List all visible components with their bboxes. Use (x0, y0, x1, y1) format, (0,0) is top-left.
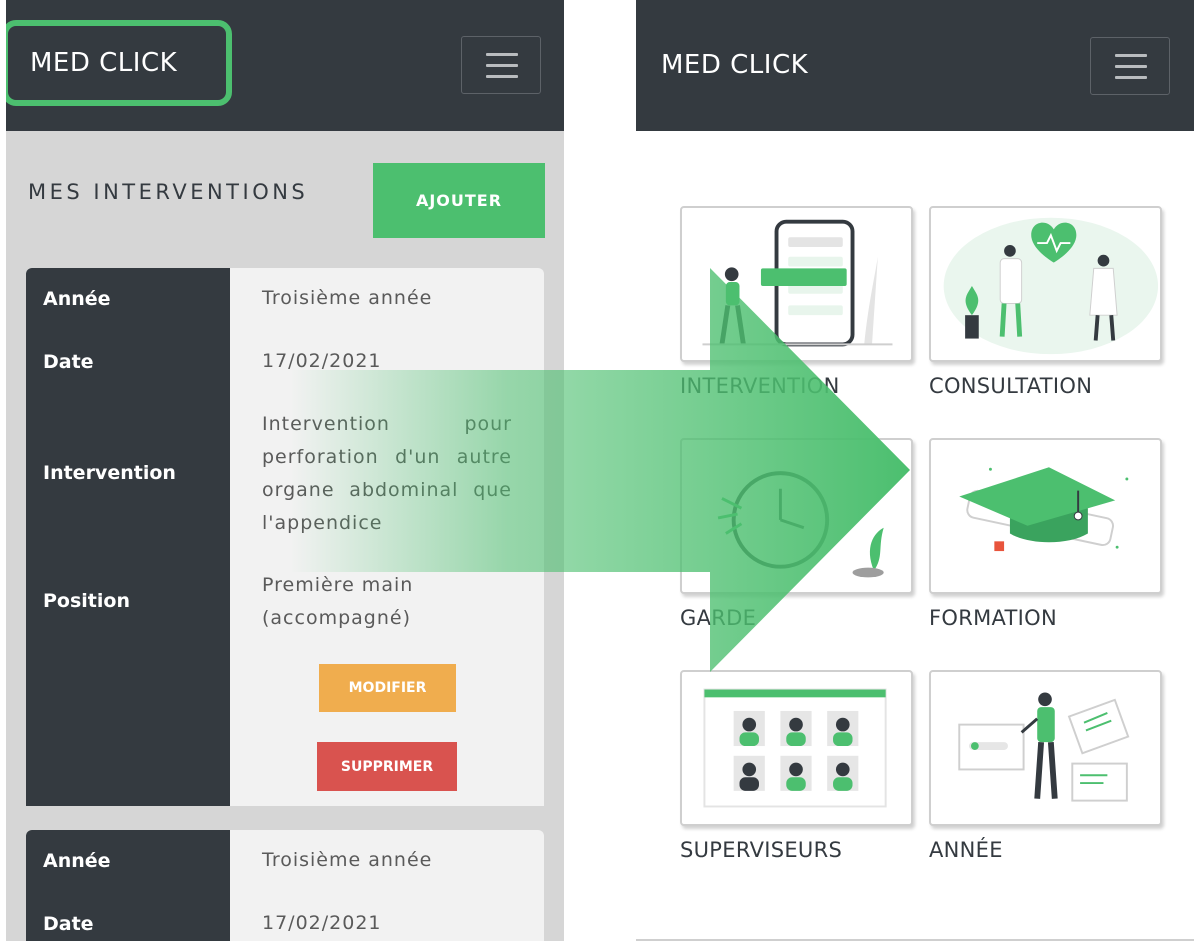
clock-illustration-icon (717, 471, 884, 578)
tile-label-annee: ANNÉE (929, 838, 1003, 862)
tile-label-superviseurs: SUPERVISEURS (680, 838, 843, 862)
tile-label-garde: GARDE (680, 606, 757, 630)
intervention-card: Année Troisième année Date 17/02/2021 In… (26, 268, 544, 806)
comparison-stage: MED CLICK MES INTERVENTIONS AJOUTER Anné… (0, 0, 1194, 941)
hamburger-menu-icon[interactable] (1090, 37, 1170, 95)
row-label-date: Date (43, 913, 94, 935)
row-value-annee: Troisième année (262, 849, 433, 871)
video-grid-illustration-icon (703, 688, 887, 808)
hamburger-menu-icon[interactable] (461, 36, 541, 94)
tile-superviseurs[interactable] (680, 670, 913, 826)
delete-button[interactable]: SUPPRIMER (317, 742, 457, 791)
after-screen: MED CLICK INTERVENTION CONSULTATION GARD… (636, 0, 1194, 941)
row-value-intervention: Intervention pour perforation d'un autre… (262, 413, 512, 534)
intervention-card: Année Troisième année Date 17/02/2021 (26, 830, 544, 941)
navbar: MED CLICK (6, 0, 564, 131)
row-label-annee: Année (43, 850, 111, 872)
row-value-date: 17/02/2021 (262, 912, 382, 934)
tile-garde[interactable] (680, 438, 913, 594)
tile-label-consultation: CONSULTATION (929, 374, 1093, 398)
row-label-annee: Année (43, 288, 111, 310)
tile-annee[interactable] (929, 670, 1162, 826)
add-button[interactable]: AJOUTER (373, 163, 545, 238)
tile-formation[interactable] (929, 438, 1162, 594)
tile-label-intervention: INTERVENTION (680, 374, 840, 398)
graduation-cap-illustration-icon (959, 467, 1129, 552)
presentation-illustration-icon (958, 692, 1130, 802)
row-label-intervention: Intervention (43, 462, 176, 484)
phone-app-illustration-icon (702, 219, 893, 347)
brand-logo-text[interactable]: MED CLICK (661, 50, 808, 80)
brand-logo-text[interactable]: MED CLICK (30, 48, 177, 78)
row-label-position: Position (43, 590, 130, 612)
row-value-position: Première main (accompagné) (262, 574, 414, 629)
modify-button[interactable]: MODIFIER (319, 664, 456, 712)
row-value-date: 17/02/2021 (262, 350, 382, 372)
before-screen: MED CLICK MES INTERVENTIONS AJOUTER Anné… (6, 0, 564, 941)
tile-label-formation: FORMATION (929, 606, 1058, 630)
row-label-date: Date (43, 351, 94, 373)
navbar: MED CLICK (636, 0, 1194, 131)
tile-consultation[interactable] (929, 206, 1162, 362)
card-label-column (26, 268, 230, 806)
tile-intervention[interactable] (680, 206, 913, 362)
section-title: MES INTERVENTIONS (28, 180, 309, 204)
doctors-heart-illustration-icon (943, 217, 1159, 355)
row-value-annee: Troisième année (262, 287, 433, 309)
